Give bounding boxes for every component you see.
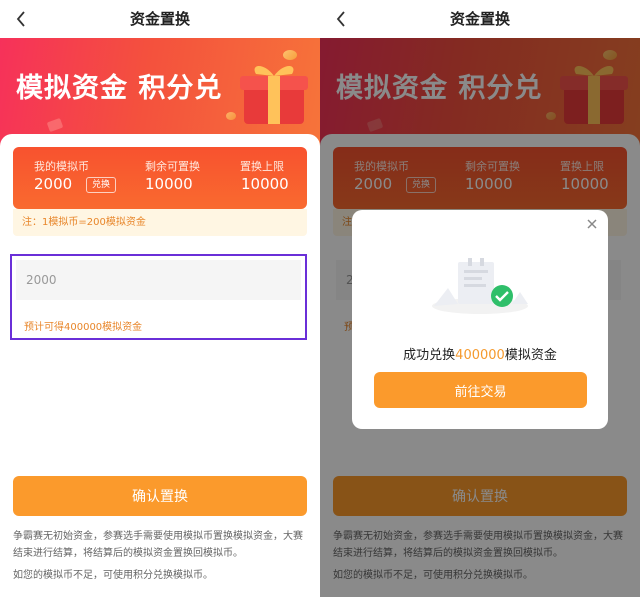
rules-hint: 如您的模拟币不足，可使用积分兑换模拟币。 <box>13 570 213 581</box>
success-message: 成功兑换400000模拟资金 <box>352 344 608 363</box>
limit-value: 10000 <box>241 175 289 193</box>
exchange-rate-note: 注：1模拟币=200模拟资金 <box>13 209 307 236</box>
limit-label: 置换上限 <box>240 160 284 173</box>
page-title: 资金置换 <box>449 10 510 28</box>
balance-card: 我的模拟币 2000 兑换 剩余可置换 10000 置换上限 10000 <box>13 147 307 209</box>
my-coins-label: 我的模拟币 <box>34 160 89 173</box>
remaining-value: 10000 <box>145 175 193 193</box>
success-dialog: 成功兑换400000模拟资金 前往交易 <box>352 210 608 429</box>
message-amount: 400000 <box>455 348 505 363</box>
gift-box-icon <box>240 66 308 124</box>
screen-exchange-form: 资金置换 模拟资金 积分兑 我的模拟币 2000 兑换 剩余可置换 10000 <box>0 0 320 597</box>
ticket-icon <box>46 117 64 133</box>
success-illustration-icon <box>432 258 528 314</box>
confirm-exchange-button[interactable]: 确认置换 <box>13 476 307 516</box>
redeem-coins-button[interactable]: 兑换 <box>86 177 117 193</box>
exchange-panel: 我的模拟币 2000 兑换 剩余可置换 10000 置换上限 10000 注：1… <box>0 134 320 597</box>
banner-headline: 模拟资金 积分兑 <box>16 73 223 104</box>
go-trade-button[interactable]: 前往交易 <box>374 372 587 408</box>
comparison-stage: 资金置换 模拟资金 积分兑 我的模拟币 2000 兑换 剩余可置换 10000 <box>0 0 640 597</box>
page-title: 资金置换 <box>129 10 190 28</box>
estimate-text: 预计可得400000模拟资金 <box>24 322 143 333</box>
remaining-label: 剩余可置换 <box>145 160 200 173</box>
promo-banner: 模拟资金 积分兑 <box>0 38 320 148</box>
top-nav-bar: 资金置换 <box>0 0 320 38</box>
rules-description: 争霸赛无初始资金，参赛选手需要使用模拟币置换模拟资金，大赛结束进行结算，将结算后… <box>13 531 303 559</box>
message-prefix: 成功兑换 <box>403 348 456 363</box>
message-suffix: 模拟资金 <box>504 348 557 363</box>
amount-input[interactable] <box>16 260 301 300</box>
close-icon[interactable] <box>585 217 599 231</box>
top-nav-bar: 资金置换 <box>320 0 640 38</box>
my-coins-value: 2000 <box>34 175 73 193</box>
coin-icon <box>226 112 236 120</box>
amount-input-group: 预计可得400000模拟资金 <box>10 254 307 340</box>
